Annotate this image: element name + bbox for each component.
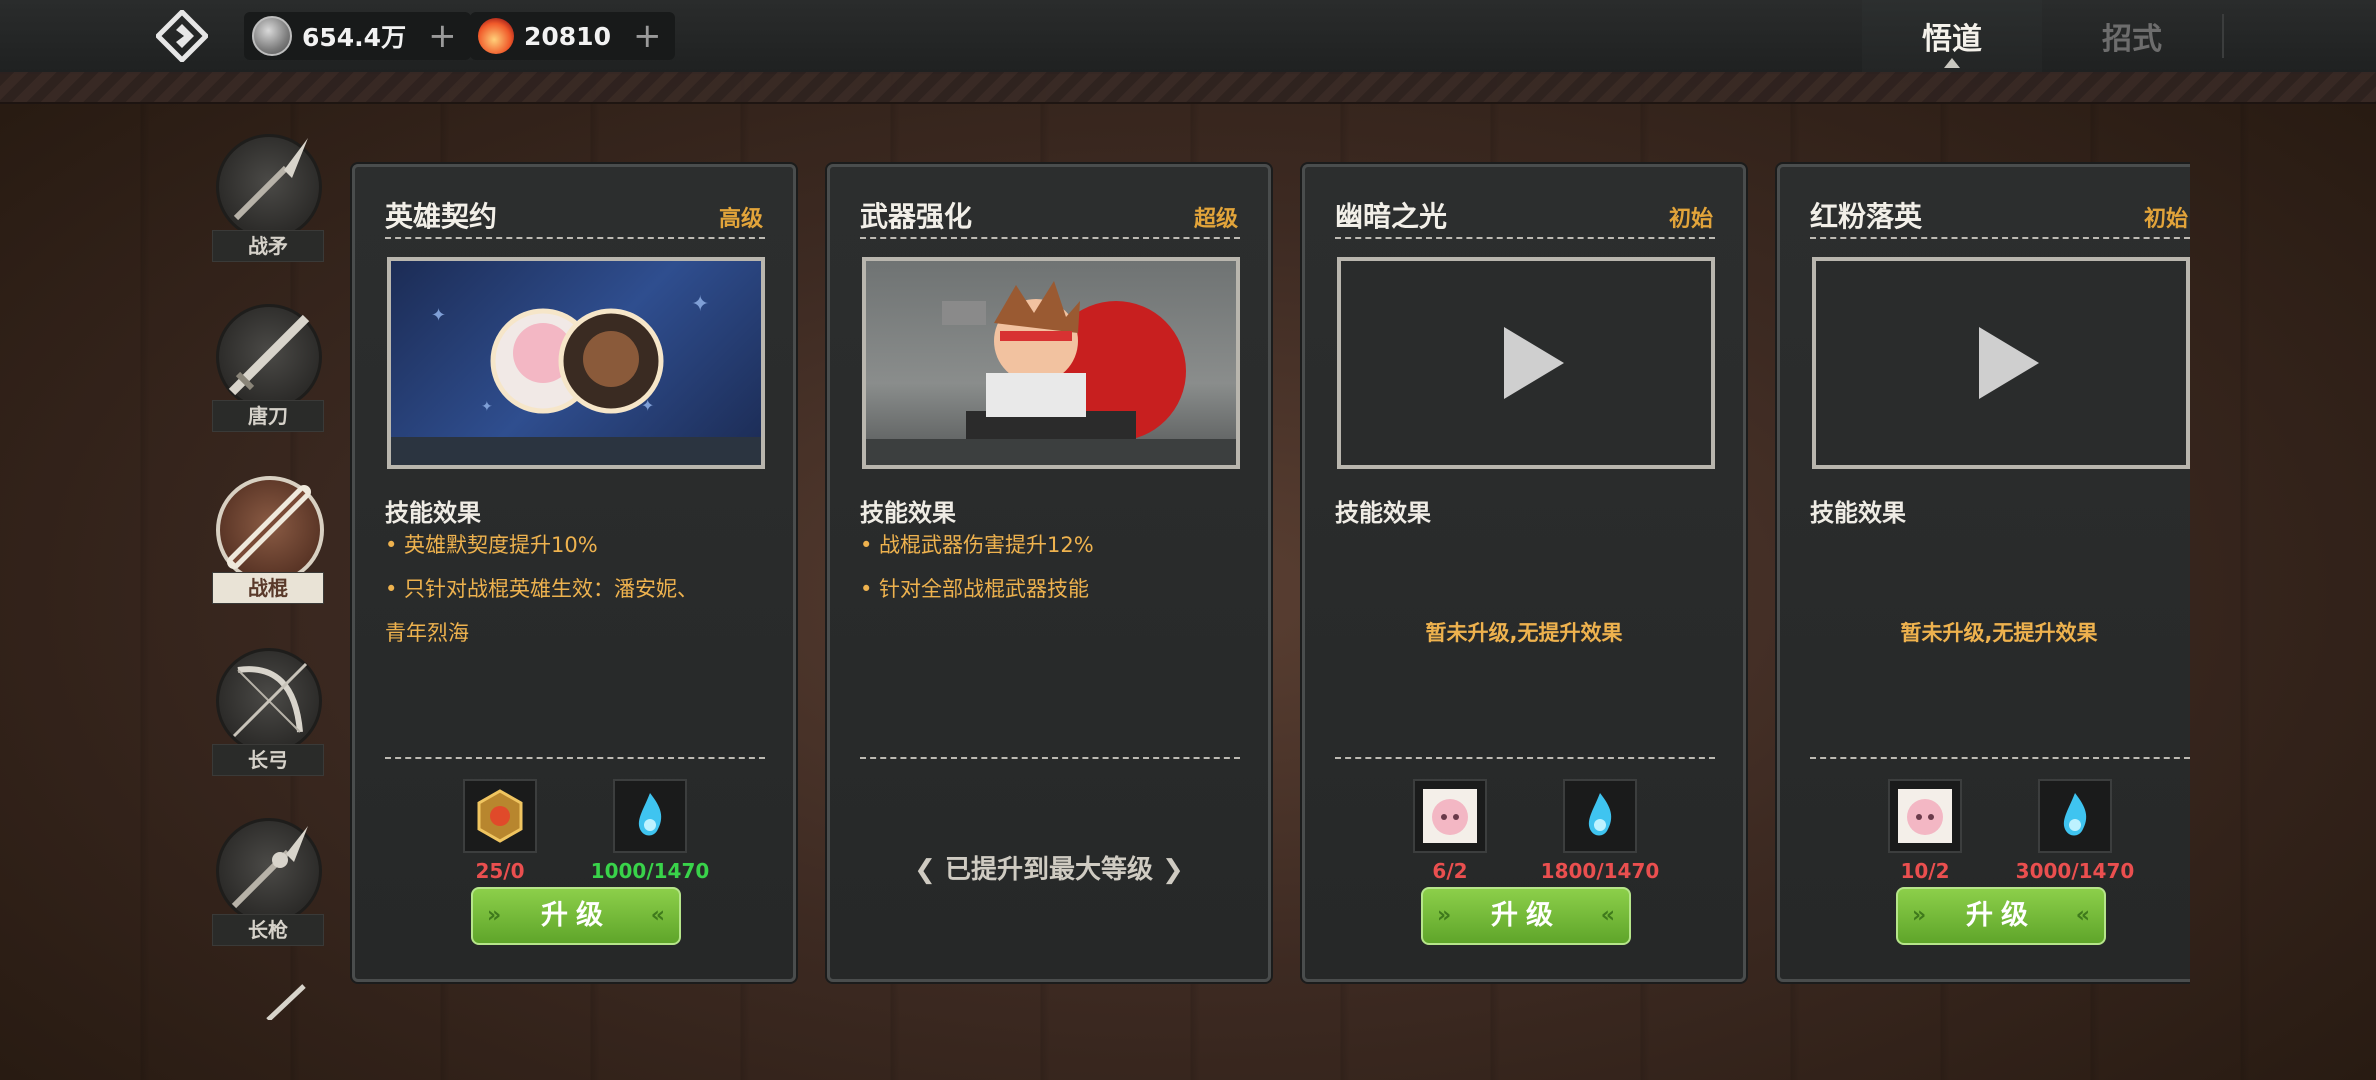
divider bbox=[385, 237, 765, 239]
material-slot[interactable] bbox=[463, 779, 537, 853]
card-title: 红粉落英 bbox=[1810, 200, 1923, 233]
no-effect-text: 暂未升级,无提升效果 bbox=[1425, 621, 1623, 645]
skill-preview-image[interactable]: ✦ ✦ ✦ ✦ bbox=[387, 257, 765, 469]
blue-soul-flame-icon bbox=[638, 793, 662, 836]
effect-line: 青年烈海 bbox=[385, 621, 469, 645]
effect-line: • 只针对战棍英雄生效：潘安妮、 bbox=[385, 577, 699, 601]
divider bbox=[860, 757, 1240, 759]
card-title: 武器强化 bbox=[860, 200, 973, 233]
gold-medal-icon bbox=[477, 789, 523, 843]
material-count: 1000/1470 bbox=[590, 859, 710, 883]
card-scroll-area: 英雄契约 高级 ✦ ✦ ✦ ✦ 技能效果 • 英雄默契度提升10% • 只针对战… bbox=[0, 0, 2190, 1080]
card-grade: 初始 bbox=[2143, 207, 2188, 232]
card-title: 幽暗之光 bbox=[1335, 200, 1448, 233]
material-slot[interactable] bbox=[1413, 779, 1487, 853]
svg-text:✦: ✦ bbox=[481, 399, 493, 415]
blue-soul-flame-icon bbox=[1588, 793, 1612, 836]
material-slot[interactable] bbox=[1563, 779, 1637, 853]
divider bbox=[1335, 757, 1715, 759]
skill-card-dark-light: 幽暗之光 初始 技能效果 暂未升级,无提升效果 6/2 1800/1470 » … bbox=[1302, 164, 1746, 982]
play-icon[interactable] bbox=[1504, 327, 1564, 399]
svg-text:✦: ✦ bbox=[431, 305, 446, 326]
divider bbox=[1810, 237, 2190, 239]
upgrade-button[interactable]: » 升级 « bbox=[1421, 887, 1631, 945]
card-grade: 高级 bbox=[718, 207, 763, 232]
no-effect-text: 暂未升级,无提升效果 bbox=[1900, 621, 2098, 645]
material-slot[interactable] bbox=[2038, 779, 2112, 853]
chevron-right-icon: » bbox=[1437, 903, 1452, 928]
svg-text:✦: ✦ bbox=[691, 292, 709, 317]
card-grade: 初始 bbox=[1668, 207, 1713, 232]
effect-line: • 针对全部战棍武器技能 bbox=[860, 577, 1090, 601]
card-title: 英雄契约 bbox=[385, 200, 498, 233]
material-slot[interactable] bbox=[1888, 779, 1962, 853]
ornament-left-icon: ❮ bbox=[914, 855, 945, 885]
chevron-left-icon: « bbox=[1600, 903, 1615, 928]
chevron-left-icon: « bbox=[650, 903, 665, 928]
chevron-right-icon: » bbox=[487, 903, 502, 928]
chevron-left-icon: « bbox=[2075, 903, 2090, 928]
divider bbox=[385, 757, 765, 759]
skill-card-hero-contract: 英雄契约 高级 ✦ ✦ ✦ ✦ 技能效果 • 英雄默契度提升10% • 只针对战… bbox=[352, 164, 796, 982]
upgrade-button-label: 升级 bbox=[541, 900, 611, 931]
skill-preview-video[interactable] bbox=[1337, 257, 1715, 469]
play-icon[interactable] bbox=[1979, 327, 2039, 399]
hero-shard-icon bbox=[1423, 789, 1477, 843]
skill-card-pink-petals: 红粉落英 初始 技能效果 暂未升级,无提升效果 10/2 3000/1470 »… bbox=[1777, 164, 2190, 982]
upgrade-button-label: 升级 bbox=[1966, 900, 2036, 931]
material-count: 25/0 bbox=[475, 859, 525, 883]
divider bbox=[860, 237, 1240, 239]
blue-soul-flame-icon bbox=[2063, 793, 2087, 836]
effect-line: • 英雄默契度提升10% bbox=[385, 533, 598, 557]
upgrade-button-label: 升级 bbox=[1491, 900, 1561, 931]
max-level-text: 已提升到最大等级 bbox=[944, 855, 1153, 885]
tab-divider bbox=[2222, 14, 2224, 58]
material-count: 10/2 bbox=[1900, 859, 1950, 883]
material-count: 3000/1470 bbox=[2015, 859, 2135, 883]
max-level-status: ❮ 已提升到最大等级 ❯ bbox=[830, 849, 1268, 886]
upgrade-button[interactable]: » 升级 « bbox=[471, 887, 681, 945]
skill-preview-video[interactable] bbox=[1812, 257, 2190, 469]
skill-card-weapon-enhance: 武器强化 超级 技能效果 • 战棍武器伤害提升12% • 针对全部战棍武器技能 … bbox=[827, 164, 1271, 982]
divider bbox=[1810, 757, 2190, 759]
divider bbox=[1335, 237, 1715, 239]
skill-effect-header: 技能效果 bbox=[1335, 499, 1431, 527]
hero-portraits-icon: ✦ ✦ ✦ ✦ bbox=[391, 292, 761, 465]
chevron-right-icon: » bbox=[1912, 903, 1927, 928]
skill-preview-image[interactable] bbox=[862, 257, 1240, 469]
ornament-right-icon: ❯ bbox=[1153, 855, 1184, 885]
material-count: 6/2 bbox=[1432, 859, 1468, 883]
upgrade-button[interactable]: » 升级 « bbox=[1896, 887, 2106, 945]
hero-shard-icon bbox=[1898, 789, 1952, 843]
card-grade: 超级 bbox=[1193, 207, 1238, 232]
material-count: 1800/1470 bbox=[1540, 859, 1660, 883]
blacksmith-hero-icon bbox=[866, 281, 1236, 465]
effect-line: • 战棍武器伤害提升12% bbox=[860, 533, 1094, 557]
material-slot[interactable] bbox=[613, 779, 687, 853]
skill-effect-header: 技能效果 bbox=[1810, 499, 1906, 527]
